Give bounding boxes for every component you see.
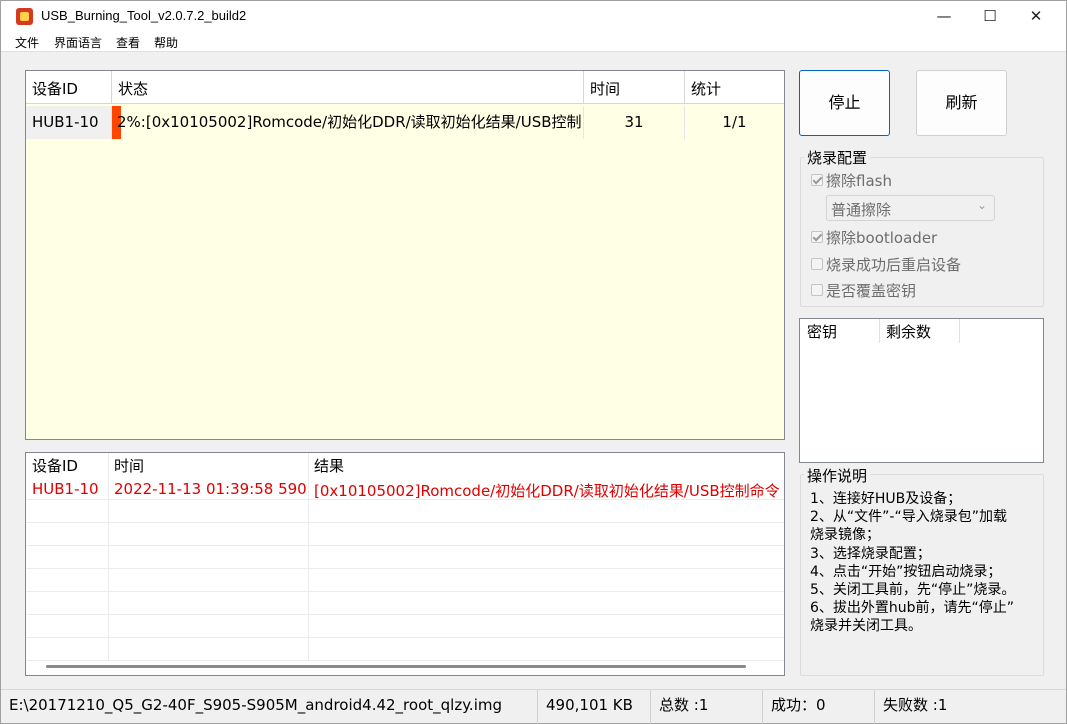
title-bar: USB_Burning_Tool_v2.0.7.2_build2 — ☐ ✕ (1, 1, 1066, 32)
col-header-device-id[interactable]: 设备ID (26, 71, 112, 104)
log-row-empty (26, 592, 784, 615)
menu-view[interactable]: 查看 (116, 34, 140, 51)
erase-mode-select[interactable]: 普通擦除 ⌄ (826, 195, 995, 221)
device-table: 设备ID 状态 时间 统计 HUB1-10 2%:[0x10105002]Rom… (25, 70, 785, 440)
refresh-button[interactable]: 刷新 (916, 70, 1007, 136)
col-header-stats[interactable]: 统计 (685, 71, 784, 104)
log-row-empty (26, 615, 784, 638)
menu-language[interactable]: 界面语言 (54, 34, 102, 51)
erase-mode-value: 普通擦除 (831, 201, 892, 219)
status-file-size: 490,101 KB (538, 690, 651, 724)
row-status: 2%:[0x10105002]Romcode/初始化DDR/读取初始化结果/US… (112, 106, 584, 139)
burn-config-title: 烧录配置 (804, 147, 871, 168)
log-row-empty (26, 523, 784, 546)
instruction-line: 3、选择烧录配置； (810, 545, 931, 562)
reboot-after-label: 烧录成功后重启设备 (826, 256, 962, 274)
instruction-line: 6、拔出外置hub前，请先“停止” (810, 600, 1015, 617)
overwrite-key-checkbox[interactable] (811, 284, 823, 296)
col-header-time[interactable]: 时间 (584, 71, 685, 104)
row-time: 31 (584, 106, 685, 139)
menu-help[interactable]: 帮助 (154, 34, 178, 51)
log-row-empty (26, 500, 784, 523)
log-header-result[interactable]: 结果 (308, 453, 784, 476)
instructions-text: 1、连接好HUB及设备； 2、从“文件”-“导入烧录包”加载 烧录镜像； 3、选… (810, 490, 1042, 636)
chevron-down-icon: ⌄ (977, 198, 988, 212)
status-success: 成功：0 (763, 690, 875, 724)
instruction-line: 5、关闭工具前，先“停止”烧录。 (810, 582, 1016, 599)
window-title: USB_Burning_Tool_v2.0.7.2_build2 (41, 8, 247, 23)
row-stats: 1/1 (722, 113, 747, 131)
menu-file[interactable]: 文件 (15, 34, 39, 51)
log-row-empty (26, 638, 784, 661)
status-total: 总数 :1 (651, 690, 763, 724)
erase-flash-label: 擦除flash (826, 172, 892, 190)
remaining-col-header[interactable]: 剩余数 (880, 319, 960, 343)
menu-bar: 文件 界面语言 查看 帮助 (1, 32, 1066, 52)
log-row-empty (26, 569, 784, 592)
overwrite-key-label: 是否覆盖密钥 (826, 282, 917, 300)
log-row-time: 2022-11-13 01:39:58 590 (114, 480, 307, 498)
key-col-header[interactable]: 密钥 (800, 319, 880, 343)
instruction-line: 烧录并关闭工具。 (810, 618, 922, 635)
status-file-path: E:\20171210_Q5_G2-40F_S905-S905M_android… (1, 690, 538, 724)
erase-bootloader-checkbox[interactable] (811, 231, 823, 243)
log-table: 设备ID 时间 结果 HUB1-10 2022-11-13 01:39:58 5… (25, 452, 785, 676)
instruction-line: 1、连接好HUB及设备； (810, 491, 962, 507)
log-header-time[interactable]: 时间 (108, 453, 308, 476)
log-row-result: [0x10105002]Romcode/初始化DDR/读取初始化结果/USB控制… (314, 482, 780, 500)
col-header-status[interactable]: 状态 (112, 71, 584, 104)
instruction-line: 2、从“文件”-“导入烧录包”加载 (810, 509, 1007, 526)
status-bar: E:\20171210_Q5_G2-40F_S905-S905M_android… (1, 689, 1066, 724)
log-row-empty (26, 546, 784, 569)
log-row-device-id: HUB1-10 (32, 480, 99, 498)
instruction-line: 烧录镜像； (810, 527, 880, 544)
status-failed: 失败数 :1 (883, 696, 948, 714)
close-button[interactable]: ✕ (1013, 1, 1059, 32)
horizontal-scrollbar[interactable] (46, 665, 746, 668)
instructions-title: 操作说明 (804, 465, 871, 486)
app-icon (16, 8, 33, 25)
erase-flash-checkbox[interactable] (811, 174, 823, 186)
app-window: USB_Burning_Tool_v2.0.7.2_build2 — ☐ ✕ 文… (0, 0, 1067, 724)
reboot-after-checkbox[interactable] (811, 258, 823, 270)
maximize-button[interactable]: ☐ (967, 1, 1013, 32)
row-device-id: HUB1-10 (26, 106, 112, 139)
instruction-line: 4、点击“开始”按钮启动烧录； (810, 563, 1002, 580)
key-table: 密钥 剩余数 (799, 318, 1044, 463)
stop-button[interactable]: 停止 (799, 70, 890, 136)
erase-bootloader-label: 擦除bootloader (826, 229, 938, 247)
row-status-text: 2%:[0x10105002]Romcode/初始化DDR/读取初始化结果/US… (117, 113, 582, 131)
minimize-button[interactable]: — (921, 1, 967, 32)
log-header-device-id[interactable]: 设备ID (26, 453, 108, 476)
log-row[interactable]: HUB1-10 2022-11-13 01:39:58 590 [0x10105… (26, 477, 784, 500)
